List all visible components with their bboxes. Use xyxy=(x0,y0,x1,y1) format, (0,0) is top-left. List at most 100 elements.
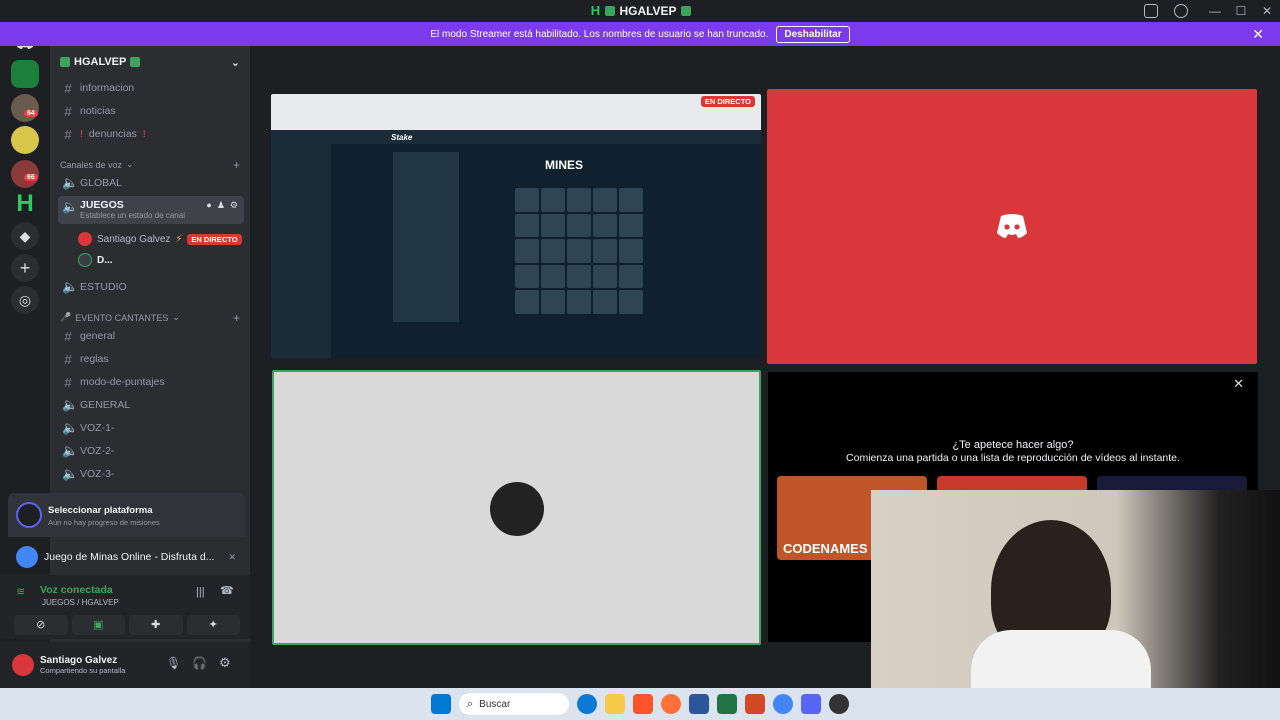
mine-tile[interactable] xyxy=(567,290,591,314)
firefox-icon[interactable] xyxy=(661,694,681,714)
discord-icon[interactable] xyxy=(801,694,821,714)
mine-tile[interactable] xyxy=(541,188,565,212)
unread-badge: 66 xyxy=(24,174,38,181)
add-channel-icon[interactable]: + xyxy=(233,311,240,325)
disable-button[interactable]: Deshabilitar xyxy=(776,25,850,43)
avatar[interactable] xyxy=(12,654,34,676)
gear-icon[interactable]: ⚙ xyxy=(219,655,231,671)
category-voice[interactable]: Canales de voz ⌄ + xyxy=(60,158,240,172)
mine-tile[interactable] xyxy=(515,239,539,263)
edge-icon[interactable] xyxy=(577,694,597,714)
noise-suppression-icon[interactable]: ||| xyxy=(196,586,205,598)
server-hgalvep[interactable] xyxy=(11,60,39,88)
chevron-down-icon[interactable]: ⌄ xyxy=(231,56,240,69)
add-channel-icon[interactable]: + xyxy=(233,158,240,172)
channel-general[interactable]: # general xyxy=(58,326,244,346)
explore-icon[interactable]: ◎ xyxy=(11,286,39,314)
channel-noticias[interactable]: # noticias xyxy=(58,101,244,121)
excel-icon[interactable] xyxy=(717,694,737,714)
headphones-icon[interactable]: 🎧 xyxy=(192,656,207,670)
user-tile-speaking[interactable] xyxy=(272,370,761,645)
voice-channel-general[interactable]: 🔈 GENERAL xyxy=(58,395,244,415)
server-icon[interactable] xyxy=(11,126,39,154)
minimize-icon[interactable]: — xyxy=(1202,4,1228,18)
close-icon[interactable]: ✕ xyxy=(1233,376,1244,392)
invite-icon[interactable]: ♟ xyxy=(217,200,225,211)
signal-icon: ≋ xyxy=(16,586,26,598)
taskbar-search[interactable]: ⌕ Buscar xyxy=(459,693,569,715)
voice-channel-estudio[interactable]: 🔈 ESTUDIO xyxy=(58,277,244,297)
chrome-icon xyxy=(16,546,38,568)
mine-tile[interactable] xyxy=(541,239,565,263)
channel-denuncias[interactable]: #! denuncias! xyxy=(58,124,244,144)
brave-icon[interactable] xyxy=(633,694,653,714)
file-explorer-icon[interactable] xyxy=(605,694,625,714)
server-icon[interactable] xyxy=(11,94,39,122)
inbox-icon[interactable] xyxy=(1144,4,1158,18)
screen-share-tile[interactable]: EN DIRECTO Stake MINES xyxy=(271,94,761,358)
mine-tile[interactable] xyxy=(541,213,565,238)
microphone-icon: 🎤 xyxy=(60,312,72,322)
channel-modo-de-puntajes[interactable]: # modo-de-puntajes xyxy=(58,372,244,392)
mine-tile[interactable] xyxy=(619,188,643,212)
mine-tile[interactable] xyxy=(619,213,643,238)
mine-tile[interactable] xyxy=(567,188,591,212)
mine-tile[interactable] xyxy=(515,188,539,212)
screen-share-icon[interactable]: ▣ xyxy=(71,615,125,635)
help-icon[interactable] xyxy=(1174,4,1188,18)
discover-icon[interactable]: ◆ xyxy=(11,222,39,250)
chrome-icon[interactable] xyxy=(773,694,793,714)
app-icon[interactable] xyxy=(829,694,849,714)
close-icon[interactable]: ✕ xyxy=(228,552,236,563)
stake-header xyxy=(271,130,761,144)
mine-tile[interactable] xyxy=(593,264,617,289)
mine-tile[interactable] xyxy=(619,290,643,314)
hash-icon: # xyxy=(64,103,72,119)
maximize-icon[interactable]: ☐ xyxy=(1228,4,1254,18)
gear-icon[interactable]: ⚙ xyxy=(230,200,238,211)
voice-user[interactable]: D... xyxy=(78,253,113,267)
close-icon[interactable]: ✕ xyxy=(1254,4,1280,18)
voice-channel-juegos[interactable]: 🔈 JUEGOS Establece un estado de canal ● … xyxy=(58,196,244,224)
mine-tile[interactable] xyxy=(515,264,539,289)
mine-tile[interactable] xyxy=(567,239,591,263)
mine-tile[interactable] xyxy=(619,264,643,289)
quest-card[interactable]: Seleccionar plataforma Aún no hay progre… xyxy=(8,493,245,537)
add-server-icon[interactable]: + xyxy=(11,254,39,282)
disconnect-icon[interactable]: ☎ xyxy=(220,584,234,597)
mine-tile[interactable] xyxy=(515,290,539,314)
voice-channel-voz-1[interactable]: 🔈 VOZ-1- xyxy=(58,418,244,438)
user-tile-red[interactable] xyxy=(767,89,1257,364)
powerpoint-icon[interactable] xyxy=(745,694,765,714)
mine-tile[interactable] xyxy=(593,290,617,314)
mine-tile[interactable] xyxy=(567,264,591,289)
activities-icon[interactable]: ✚ xyxy=(129,615,183,635)
mine-tile[interactable] xyxy=(619,239,643,263)
word-icon[interactable] xyxy=(689,694,709,714)
voice-user[interactable]: Santiago Galvez ⚡ EN DIRECTO xyxy=(78,232,242,246)
soundboard-icon[interactable]: ✦ xyxy=(186,615,240,635)
activity-row[interactable]: Juego de Minas Online - Disfruta d... ✕ xyxy=(8,540,250,574)
mine-tile[interactable] xyxy=(541,264,565,289)
category-event[interactable]: 🎤 EVENTO CANTANTES ⌄ + xyxy=(60,311,240,325)
channel-reglas[interactable]: # reglas xyxy=(58,349,244,369)
mine-tile[interactable] xyxy=(593,188,617,212)
mine-tile[interactable] xyxy=(541,290,565,314)
mine-tile[interactable] xyxy=(593,213,617,238)
server-h[interactable]: H xyxy=(11,190,39,218)
green-square-icon xyxy=(680,6,691,16)
voice-channel-voz-2[interactable]: 🔈 VOZ-2- xyxy=(58,441,244,461)
mine-tile[interactable] xyxy=(593,239,617,263)
mine-tile[interactable] xyxy=(515,213,539,238)
mine-tile[interactable] xyxy=(567,213,591,238)
voice-channel-global[interactable]: 🔈 GLOBAL xyxy=(58,173,244,193)
close-icon[interactable]: ✕ xyxy=(1252,26,1264,43)
channel-informacion[interactable]: # informacion xyxy=(58,78,244,98)
windows-start-icon[interactable] xyxy=(431,694,451,714)
camera-off-icon[interactable]: ⊘ xyxy=(14,615,68,635)
lightning-icon: ⚡ xyxy=(175,233,183,245)
guild-header[interactable]: HGALVEP ⌄ xyxy=(50,46,250,78)
microphone-icon[interactable]: 🎙 xyxy=(166,656,181,670)
chat-icon[interactable]: ● xyxy=(206,200,211,211)
voice-channel-voz-3[interactable]: 🔈 VOZ-3- xyxy=(58,464,244,484)
